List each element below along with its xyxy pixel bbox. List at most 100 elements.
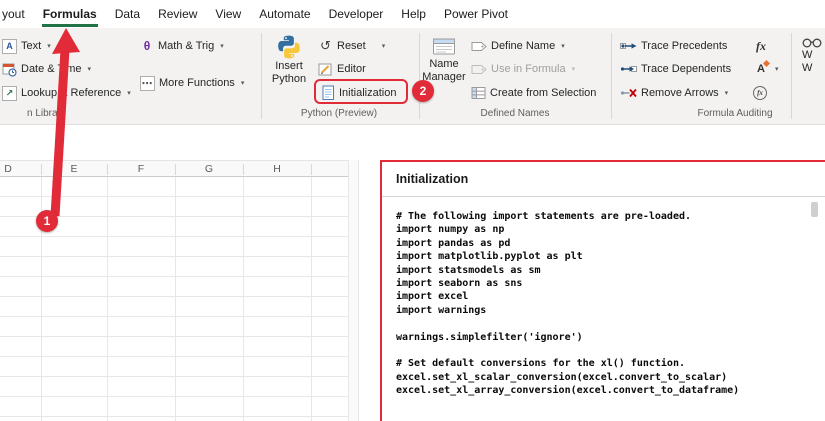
tab-view[interactable]: View: [206, 0, 250, 28]
lookup-reference-icon: ↗: [2, 86, 17, 101]
code-line: # The following import statements are pr…: [396, 210, 820, 223]
evaluate-formula-button[interactable]: fx: [753, 82, 767, 104]
code-line: warnings.simplefilter('ignore'): [396, 331, 820, 344]
evaluate-formula-fx: fx: [757, 89, 763, 97]
column-divider: [175, 164, 176, 175]
chevron-down-icon: ▾: [572, 66, 576, 73]
excel-window: yout Formulas Data Review View Automate …: [0, 0, 825, 421]
watch-window-label-2: W: [802, 62, 812, 75]
code-line: import statsmodels as sm: [396, 264, 820, 277]
editor-button[interactable]: Editor: [318, 58, 366, 80]
code-line: import numpy as np: [396, 223, 820, 236]
sheet-scrollbar[interactable]: [348, 160, 359, 421]
trace-dependents-button[interactable]: Trace Dependents: [620, 58, 731, 80]
lookup-reference-label: Lookup & Reference: [21, 87, 121, 99]
column-divider: [243, 164, 244, 175]
define-name-button[interactable]: Define Name ▾: [471, 35, 565, 57]
text-functions-button[interactable]: A Text ▾: [2, 35, 51, 57]
show-formulas-icon: fx: [753, 38, 769, 54]
column-header-h[interactable]: H: [273, 163, 281, 175]
define-name-icon: [471, 40, 487, 53]
code-line: import pandas as pd: [396, 237, 820, 250]
column-divider: [41, 164, 42, 175]
code-line: import warnings: [396, 304, 820, 317]
gridline: [175, 177, 176, 421]
remove-arrows-icon: [620, 87, 637, 99]
tab-layout[interactable]: yout: [0, 0, 34, 28]
more-functions-button[interactable]: ⋯ More Functions ▾: [140, 72, 244, 94]
tab-automate[interactable]: Automate: [250, 0, 319, 28]
watch-window-button[interactable]: W W: [796, 36, 825, 75]
chevron-down-icon: ▾: [47, 43, 51, 50]
python-logo-icon: [276, 34, 302, 60]
group-divider: [791, 33, 792, 119]
name-manager-icon: [432, 36, 456, 58]
tab-help[interactable]: Help: [392, 0, 435, 28]
tab-data[interactable]: Data: [106, 0, 149, 28]
worksheet-area: D E F G H: [0, 160, 348, 421]
column-header-f[interactable]: F: [138, 163, 144, 175]
reset-label: Reset: [337, 40, 366, 52]
evaluate-formula-icon: fx: [753, 86, 767, 100]
create-from-selection-label: Create from Selection: [490, 87, 596, 99]
code-line: excel.set_xl_array_conversion(excel.conv…: [396, 384, 820, 397]
column-divider: [311, 164, 312, 175]
scrollbar-thumb[interactable]: [811, 202, 818, 217]
tab-developer[interactable]: Developer: [320, 0, 393, 28]
date-time-button[interactable]: Date & Time ▾: [2, 58, 91, 80]
insert-python-label-2: Python: [272, 73, 306, 86]
name-manager-label-1: Name: [429, 58, 458, 71]
code-line: import excel: [396, 290, 820, 303]
code-line: [396, 344, 820, 357]
tab-review[interactable]: Review: [149, 0, 206, 28]
initialization-highlight-annotation: [314, 79, 408, 104]
math-trig-icon: θ: [140, 39, 154, 53]
code-line: import seaborn as sns: [396, 277, 820, 290]
text-functions-label: Text: [21, 40, 41, 52]
create-from-selection-button[interactable]: Create from Selection: [471, 82, 596, 104]
reset-button[interactable]: ↺ Reset ▾: [318, 35, 385, 57]
initialization-panel: Initialization # The following import st…: [380, 160, 825, 421]
column-header-g[interactable]: G: [205, 163, 213, 175]
date-time-icon: [2, 62, 17, 77]
insert-python-button[interactable]: Insert Python: [266, 34, 312, 86]
more-functions-label: More Functions: [159, 77, 235, 89]
group-divider: [611, 33, 612, 119]
watch-window-icon: [802, 36, 824, 49]
chevron-down-icon: ▾: [561, 43, 565, 50]
chevron-down-icon: ▾: [127, 90, 131, 97]
column-header-e[interactable]: E: [70, 163, 77, 175]
name-manager-button[interactable]: Name Manager: [421, 36, 467, 84]
column-header-d[interactable]: D: [4, 163, 12, 175]
group-divider: [261, 33, 262, 119]
trace-precedents-button[interactable]: Trace Precedents: [620, 35, 727, 57]
remove-arrows-label: Remove Arrows: [641, 87, 719, 99]
error-checking-button[interactable]: A ▾: [753, 58, 779, 80]
tab-formulas[interactable]: Formulas: [34, 0, 106, 28]
show-formulas-button[interactable]: fx: [753, 35, 769, 57]
python-group-label: Python (Preview): [266, 108, 412, 119]
trace-precedents-label: Trace Precedents: [641, 40, 727, 52]
gridline: [243, 177, 244, 421]
lookup-reference-button[interactable]: ↗ Lookup & Reference ▾: [2, 82, 131, 104]
chevron-down-icon: ▾: [775, 66, 779, 73]
column-header-row: D E F G H: [0, 160, 348, 177]
panel-title: Initialization: [382, 162, 825, 197]
reset-icon: ↺: [318, 39, 333, 54]
step-2-badge: 2: [412, 80, 434, 102]
ribbon: A Text ▾ Date & Time ▾ ↗ Lookup & Refere…: [0, 28, 825, 125]
tab-power-pivot[interactable]: Power Pivot: [435, 0, 517, 28]
more-functions-icon: ⋯: [140, 76, 155, 91]
chevron-down-icon: ▾: [725, 90, 729, 97]
use-in-formula-button[interactable]: Use in Formula ▾: [471, 58, 575, 80]
group-divider: [419, 33, 420, 119]
date-time-label: Date & Time: [21, 63, 82, 75]
editor-icon: [318, 62, 333, 77]
remove-arrows-button[interactable]: Remove Arrows ▾: [620, 82, 728, 104]
editor-label: Editor: [337, 63, 366, 75]
code-line: # Set default conversions for the xl() f…: [396, 357, 820, 370]
math-trig-label: Math & Trig: [158, 40, 214, 52]
use-in-formula-icon: [471, 63, 487, 76]
math-trig-button[interactable]: θ Math & Trig ▾: [140, 35, 224, 57]
trace-precedents-icon: [620, 40, 637, 52]
